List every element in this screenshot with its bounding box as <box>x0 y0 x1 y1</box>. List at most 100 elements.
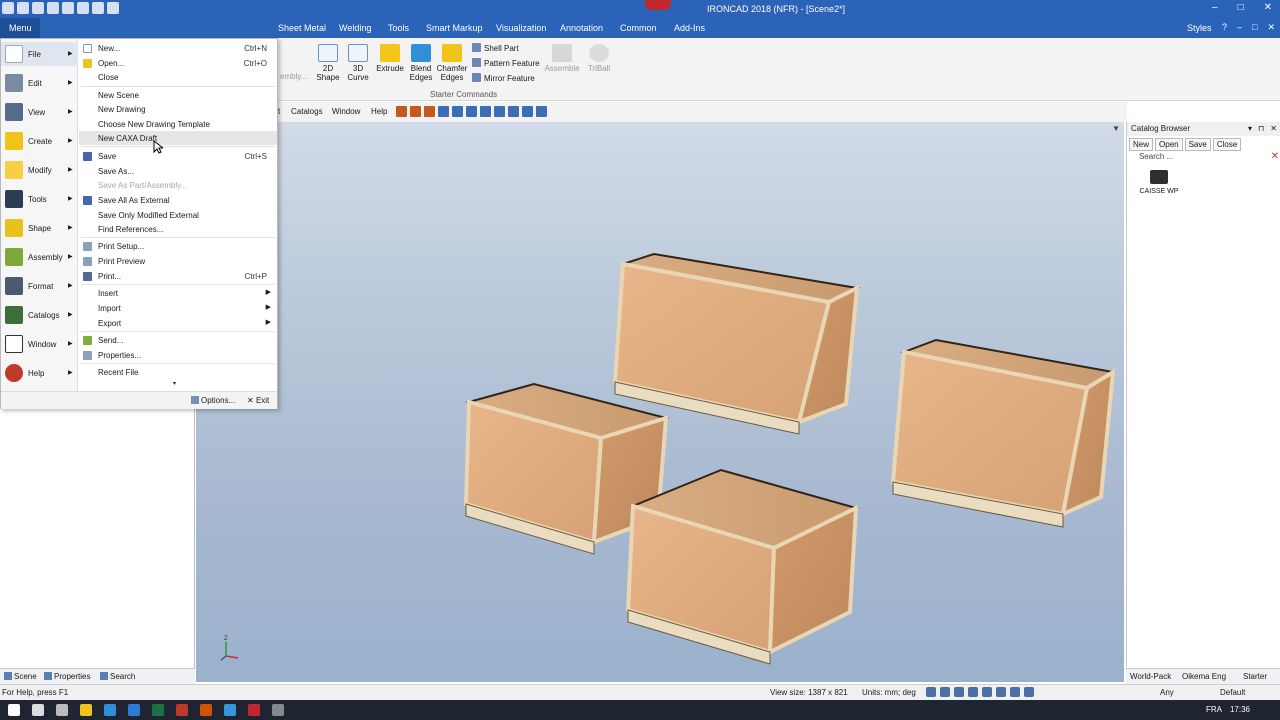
restore-icon[interactable]: □ <box>1252 22 1257 33</box>
language-indicator[interactable]: FRA <box>1206 705 1222 714</box>
3d-curve-button[interactable]: 3D Curve <box>343 44 373 82</box>
menu-item-recent-file[interactable]: Recent File <box>79 365 277 379</box>
category-create[interactable]: Create ▶ <box>1 129 78 153</box>
close-doc-icon[interactable]: ✕ <box>1267 22 1275 33</box>
menu-item-close[interactable]: Close <box>79 70 277 84</box>
catalog-save-button[interactable]: Save <box>1184 138 1211 151</box>
category-shape[interactable]: Shape ▶ <box>1 216 78 240</box>
tab-search[interactable]: Search <box>100 672 135 681</box>
category-modify[interactable]: Modify ▶ <box>1 158 78 182</box>
selection-filter[interactable]: Any <box>1160 688 1174 697</box>
category-help[interactable]: Help ▶ <box>1 361 78 385</box>
task-view-icon[interactable] <box>56 704 68 716</box>
extrude-button[interactable]: Extrude <box>375 44 405 73</box>
misc-app-icon[interactable] <box>272 704 284 716</box>
mirror-feature-button[interactable]: Mirror Feature <box>472 73 535 83</box>
menu-item-insert[interactable]: Insert ▶ <box>79 286 277 300</box>
render-icon[interactable] <box>396 106 407 117</box>
exit-button[interactable]: ✕ Exit <box>247 396 269 405</box>
menu-item-send[interactable]: Send... <box>79 333 277 347</box>
zoom-icon[interactable] <box>926 687 936 697</box>
view-front-icon[interactable] <box>438 106 449 117</box>
catalog-close-icon[interactable]: ✕ <box>1270 124 1277 133</box>
category-window[interactable]: Window ▶ <box>1 332 78 356</box>
excel-icon[interactable] <box>152 704 164 716</box>
orbit-icon[interactable] <box>954 687 964 697</box>
redo-icon[interactable] <box>92 2 104 14</box>
catalog-open-button[interactable]: Open <box>1155 138 1183 151</box>
catalog-item[interactable]: CAISSE WP <box>1139 170 1179 195</box>
tab-visualization[interactable]: Visualization <box>496 23 546 33</box>
minimize-ribbon-icon[interactable]: – <box>1237 22 1242 33</box>
acrobat-icon[interactable] <box>176 704 188 716</box>
print-icon[interactable] <box>62 2 74 14</box>
category-catalogs[interactable]: Catalogs ▶ <box>1 303 78 327</box>
pattern-feature-button[interactable]: Pattern Feature <box>472 58 540 68</box>
category-file[interactable]: File ▶ <box>1 42 78 66</box>
2d-shape-button[interactable]: 2D Shape <box>313 44 343 82</box>
menu-item-save-modified-external[interactable]: Save Only Modified External <box>79 208 277 222</box>
menu-item-open[interactable]: Open... Ctrl+O <box>79 56 277 70</box>
browser-icon[interactable] <box>104 704 116 716</box>
view-iso-icon[interactable] <box>522 106 533 117</box>
menu-expand-icon[interactable]: ▾ <box>173 380 176 387</box>
view-iso-alt-icon[interactable] <box>536 106 547 117</box>
minimize-button[interactable]: – <box>1212 2 1218 13</box>
menu-button[interactable]: Menu <box>0 18 40 38</box>
tab-sheet-metal[interactable]: Sheet Metal <box>278 23 326 33</box>
catalog-close-button[interactable]: Close <box>1212 138 1242 151</box>
save-icon[interactable] <box>47 2 59 14</box>
tab-scene[interactable]: Scene <box>4 672 37 681</box>
new-icon[interactable] <box>17 2 29 14</box>
menu-item-new-scene[interactable]: New Scene <box>79 88 277 102</box>
category-tools[interactable]: Tools ▶ <box>1 187 78 211</box>
menu-item-import[interactable]: Import ▶ <box>79 301 277 315</box>
light-icon[interactable] <box>410 106 421 117</box>
maximize-button[interactable]: □ <box>1238 2 1244 13</box>
menu-item-save-all-external[interactable]: Save All As External <box>79 193 277 207</box>
measure-icon[interactable] <box>1024 687 1034 697</box>
toolbar-catalogs[interactable]: Catalogs <box>291 107 323 116</box>
view-right-icon[interactable] <box>508 106 519 117</box>
toolbar-window[interactable]: Window <box>332 107 360 116</box>
clear-search-icon[interactable]: ✕ <box>1271 151 1279 162</box>
menu-item-properties[interactable]: Properties... <box>79 348 277 362</box>
section-icon[interactable] <box>996 687 1006 697</box>
camera-icon[interactable] <box>424 106 435 117</box>
menu-item-print-setup[interactable]: Print Setup... <box>79 239 277 253</box>
toolbar-help[interactable]: Help <box>371 107 387 116</box>
blend-edges-button[interactable]: Blend Edges <box>406 44 436 82</box>
menu-item-new[interactable]: New... Ctrl+N <box>79 41 277 55</box>
menu-item-find-references[interactable]: Find References... <box>79 222 277 236</box>
tab-properties[interactable]: Properties <box>44 672 90 681</box>
ironcad-task-icon[interactable] <box>248 704 260 716</box>
chrome-icon[interactable] <box>224 704 236 716</box>
menu-item-new-drawing[interactable]: New Drawing <box>79 102 277 116</box>
wooden-crate[interactable] <box>612 252 861 435</box>
tab-world-pack[interactable]: World-Pack <box>1130 672 1171 681</box>
category-format[interactable]: Format ▶ <box>1 274 78 298</box>
tab-add-ins[interactable]: Add-Ins <box>674 23 705 33</box>
assemble-button[interactable]: Assemble <box>543 44 581 73</box>
menu-item-print[interactable]: Print... Ctrl+P <box>79 269 277 283</box>
style-select[interactable]: Default <box>1220 688 1245 697</box>
view-top-icon[interactable] <box>466 106 477 117</box>
triball-button[interactable]: TriBall <box>584 44 614 73</box>
undo-icon[interactable] <box>77 2 89 14</box>
help-icon[interactable]: ? <box>1222 22 1227 33</box>
start-icon[interactable] <box>8 704 20 716</box>
clock[interactable]: 17:36 <box>1230 705 1250 714</box>
search-icon[interactable] <box>32 704 44 716</box>
app-icon[interactable] <box>2 2 14 14</box>
catalog-new-button[interactable]: New <box>1129 138 1154 151</box>
menu-item-print-preview[interactable]: Print Preview <box>79 254 277 268</box>
tab-starter[interactable]: Starter <box>1243 672 1267 681</box>
options-button[interactable]: Options... <box>191 396 235 405</box>
menu-item-save-as[interactable]: Save As... <box>79 164 277 178</box>
powerpoint-icon[interactable] <box>200 704 212 716</box>
visibility-icon[interactable] <box>1010 687 1020 697</box>
tab-common[interactable]: Common <box>620 23 657 33</box>
catalog-search-input[interactable]: Search ... ✕ <box>1129 151 1279 163</box>
view-back-icon[interactable] <box>452 106 463 117</box>
view-left-icon[interactable] <box>494 106 505 117</box>
